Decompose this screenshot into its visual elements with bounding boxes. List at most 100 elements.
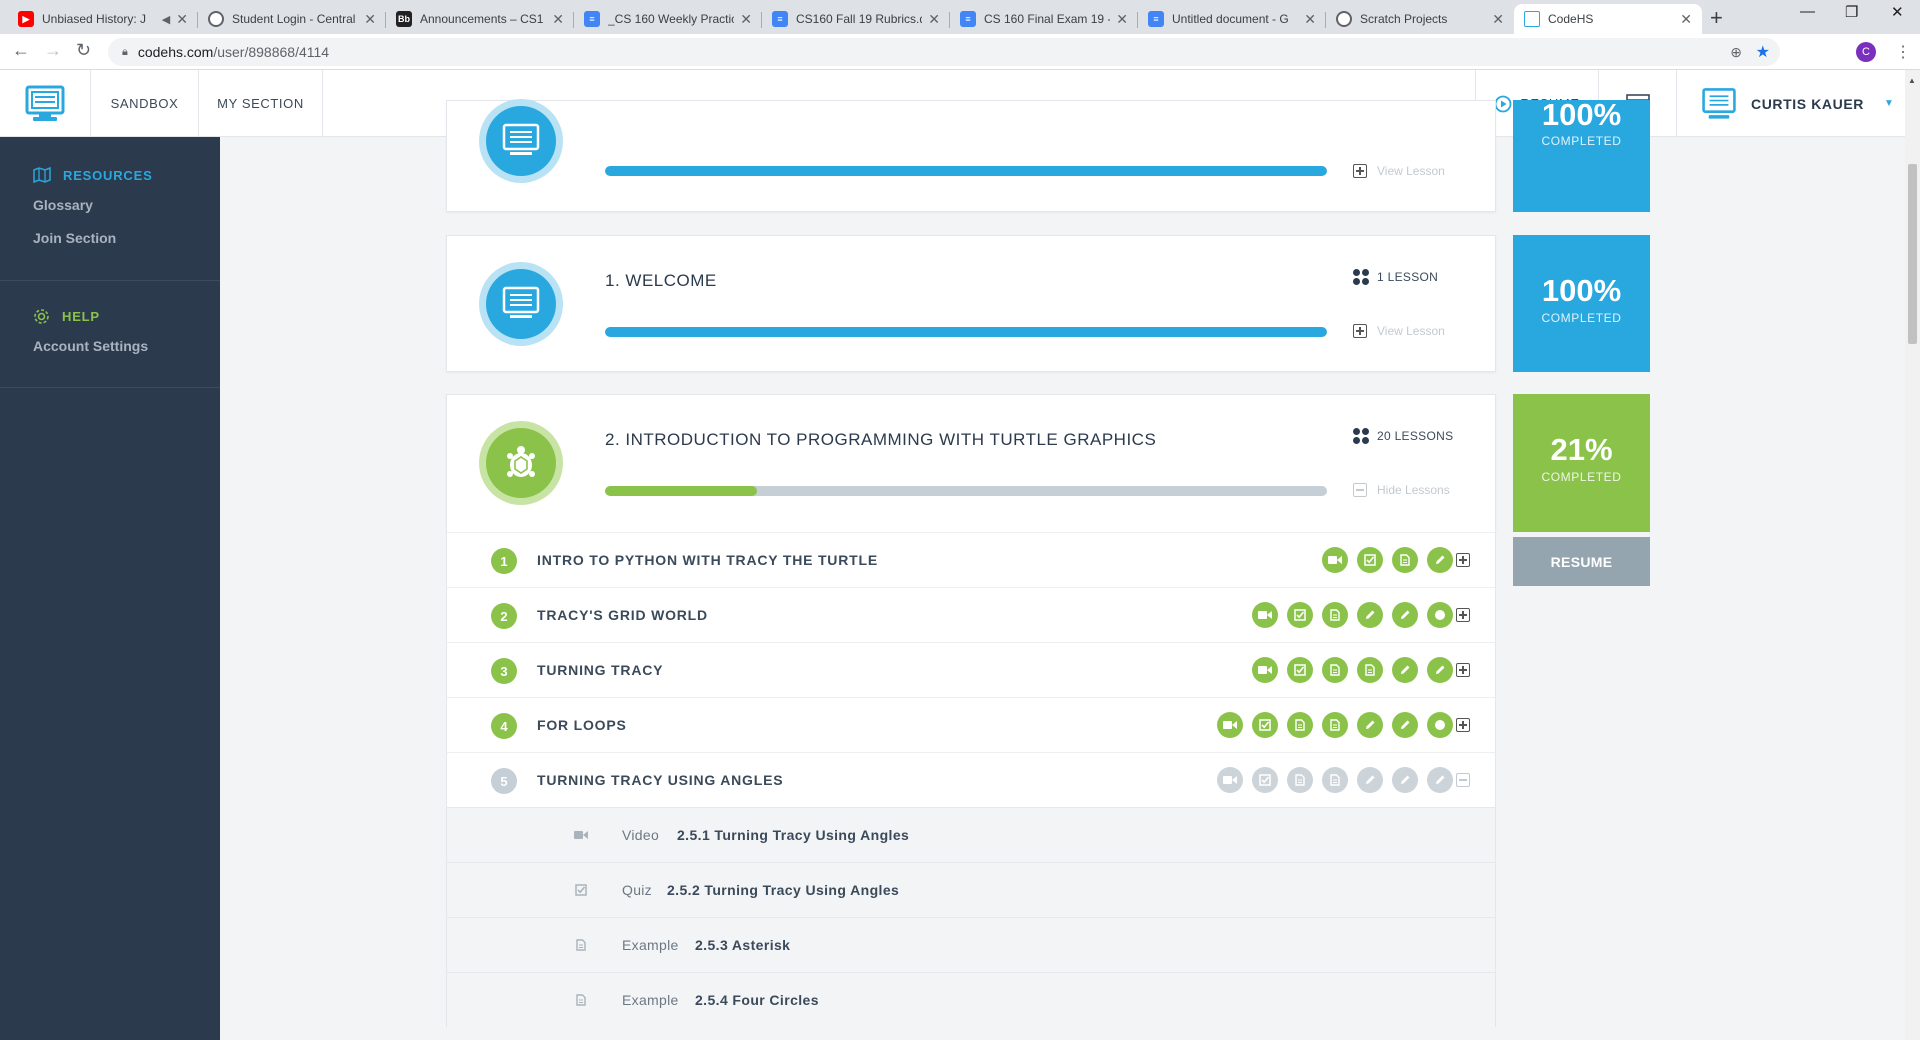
document-icon[interactable] (1392, 547, 1418, 573)
bookmark-star-icon[interactable]: ★ (1756, 42, 1770, 62)
expand-plus-icon[interactable] (1456, 553, 1470, 572)
minimize-icon[interactable]: — (1800, 3, 1815, 20)
browser-tab[interactable]: Student Login - Central ✕ (198, 4, 386, 34)
sidebar-item-account-settings[interactable]: Account Settings (33, 338, 148, 354)
quiz-check-icon[interactable] (1287, 602, 1313, 628)
activity-row[interactable]: Quiz 2.5.2 Turning Tracy Using Angles (446, 862, 1496, 917)
close-tab-icon[interactable]: ✕ (740, 11, 752, 28)
profile-avatar[interactable]: C (1856, 42, 1876, 62)
pencil-icon[interactable] (1392, 712, 1418, 738)
document-icon[interactable] (1287, 767, 1313, 793)
pencil-icon[interactable] (1357, 712, 1383, 738)
browser-menu-icon[interactable]: ⋮ (1895, 42, 1911, 62)
activity-row[interactable]: Example 2.5.3 Asterisk (446, 917, 1496, 972)
activity-type: Quiz (622, 882, 652, 898)
video-icon[interactable] (1217, 712, 1243, 738)
expand-plus-icon[interactable] (1456, 663, 1470, 682)
lesson-row[interactable]: 4 FOR LOOPS (446, 697, 1496, 752)
pencil-icon[interactable] (1392, 767, 1418, 793)
pencil-icon[interactable] (1427, 547, 1453, 573)
activity-row[interactable]: Video 2.5.1 Turning Tracy Using Angles (446, 807, 1496, 862)
activity-name[interactable]: 2.5.4 Four Circles (695, 992, 819, 1008)
quiz-check-icon[interactable] (1252, 712, 1278, 738)
quiz-check-icon[interactable] (1287, 657, 1313, 683)
close-tab-icon[interactable]: ✕ (1680, 11, 1692, 28)
document-icon[interactable] (1322, 767, 1348, 793)
address-bar[interactable]: 🔒︎ codehs.com/user/898868/4114 ⊕ ★ (108, 38, 1780, 66)
close-tab-icon[interactable]: ✕ (552, 11, 564, 28)
scroll-up-icon[interactable]: ▲ (1908, 76, 1916, 85)
pencil-icon[interactable] (1392, 657, 1418, 683)
nav-sandbox[interactable]: SANDBOX (91, 70, 199, 137)
activity-name[interactable]: 2.5.3 Asterisk (695, 937, 790, 953)
zoom-icon[interactable]: ⊕ (1730, 44, 1742, 61)
collapse-minus-icon[interactable] (1456, 773, 1470, 792)
activity-row[interactable]: Example 2.5.4 Four Circles (446, 972, 1496, 1027)
video-icon[interactable] (1322, 547, 1348, 573)
browser-tab[interactable]: ≡ CS160 Fall 19 Rubrics.d ✕ (762, 4, 950, 34)
browser-toolbar: ← → ↻ 🔒︎ codehs.com/user/898868/4114 ⊕ ★… (0, 34, 1920, 70)
lesson-row[interactable]: 2 TRACY'S GRID WORLD (446, 587, 1496, 642)
sidebar-item-glossary[interactable]: Glossary (33, 197, 93, 213)
activity-name[interactable]: 2.5.1 Turning Tracy Using Angles (677, 827, 909, 843)
pencil-icon[interactable] (1427, 767, 1453, 793)
new-tab-icon[interactable]: + (1710, 5, 1723, 31)
back-icon[interactable]: ← (12, 40, 30, 61)
view-lesson-button[interactable]: View Lesson (1353, 164, 1445, 178)
pencil-icon[interactable] (1357, 767, 1383, 793)
activity-name[interactable]: 2.5.2 Turning Tracy Using Angles (667, 882, 899, 898)
document-icon[interactable] (1287, 712, 1313, 738)
close-tab-icon[interactable]: ✕ (1304, 11, 1316, 28)
close-tab-icon[interactable]: ✕ (1116, 11, 1128, 28)
restore-icon[interactable]: ❐ (1845, 3, 1858, 21)
pencil-icon[interactable] (1392, 602, 1418, 628)
lesson-row[interactable]: 3 TURNING TRACY (446, 642, 1496, 697)
quiz-check-icon[interactable] (1357, 547, 1383, 573)
user-menu[interactable]: CURTIS KAUER ▼ (1676, 70, 1905, 137)
sidebar-item-join-section[interactable]: Join Section (33, 230, 116, 246)
mute-icon[interactable]: ◀ (162, 13, 170, 26)
browser-tab[interactable]: ≡ _CS 160 Weekly Practic ✕ (574, 4, 762, 34)
close-tab-icon[interactable]: ✕ (1492, 11, 1504, 28)
circle-icon[interactable] (1427, 602, 1453, 628)
close-tab-icon[interactable]: ✕ (928, 11, 940, 28)
expand-plus-icon[interactable] (1456, 718, 1470, 737)
browser-tab[interactable]: Scratch Projects ✕ (1326, 4, 1514, 34)
document-icon[interactable] (1322, 657, 1348, 683)
quiz-check-icon[interactable] (1252, 767, 1278, 793)
browser-tab[interactable]: ▶ Unbiased History: J ◀ ✕ (8, 4, 198, 34)
document-icon[interactable] (1357, 657, 1383, 683)
forward-icon[interactable]: → (44, 40, 62, 61)
video-icon[interactable] (1217, 767, 1243, 793)
module-card[interactable]: 1. WELCOME 1 LESSON View Lesson (446, 235, 1496, 372)
play-circle-icon (1494, 95, 1512, 112)
browser-tab[interactable]: ≡ CS 160 Final Exam 19 - ✕ (950, 4, 1138, 34)
circle-icon[interactable] (1427, 712, 1453, 738)
close-window-icon[interactable]: ✕ (1891, 3, 1904, 21)
module-card[interactable]: 2. INTRODUCTION TO PROGRAMMING WITH TURT… (446, 394, 1496, 532)
resume-module-button[interactable]: RESUME (1513, 537, 1650, 586)
scrollbar-thumb[interactable] (1908, 164, 1917, 344)
video-icon[interactable] (1252, 657, 1278, 683)
pencil-icon[interactable] (1427, 657, 1453, 683)
close-tab-icon[interactable]: ✕ (176, 11, 188, 28)
video-icon[interactable] (1252, 602, 1278, 628)
close-tab-icon[interactable]: ✕ (364, 11, 376, 28)
browser-tab[interactable]: Bb Announcements – CS1 ✕ (386, 4, 574, 34)
page-scrollbar[interactable]: ▲ (1905, 70, 1920, 1040)
lesson-row[interactable]: 1 INTRO TO PYTHON WITH TRACY THE TURTLE (446, 532, 1496, 587)
view-lesson-button[interactable]: View Lesson (1353, 324, 1445, 338)
module-percent: 100% (1541, 273, 1622, 308)
document-icon[interactable] (1322, 712, 1348, 738)
nav-my-section[interactable]: MY SECTION (199, 70, 323, 137)
codehs-logo[interactable] (0, 70, 91, 137)
browser-tab[interactable]: ≡ Untitled document - G ✕ (1138, 4, 1326, 34)
pencil-icon[interactable] (1357, 602, 1383, 628)
lesson-row[interactable]: 5 TURNING TRACY USING ANGLES (446, 752, 1496, 807)
reload-icon[interactable]: ↻ (76, 40, 91, 61)
expand-plus-icon[interactable] (1456, 608, 1470, 627)
document-icon[interactable] (1322, 602, 1348, 628)
browser-tab-active[interactable]: CodeHS ✕ (1514, 4, 1702, 34)
computer-icon (486, 106, 556, 176)
hide-lessons-button[interactable]: Hide Lessons (1353, 483, 1450, 497)
